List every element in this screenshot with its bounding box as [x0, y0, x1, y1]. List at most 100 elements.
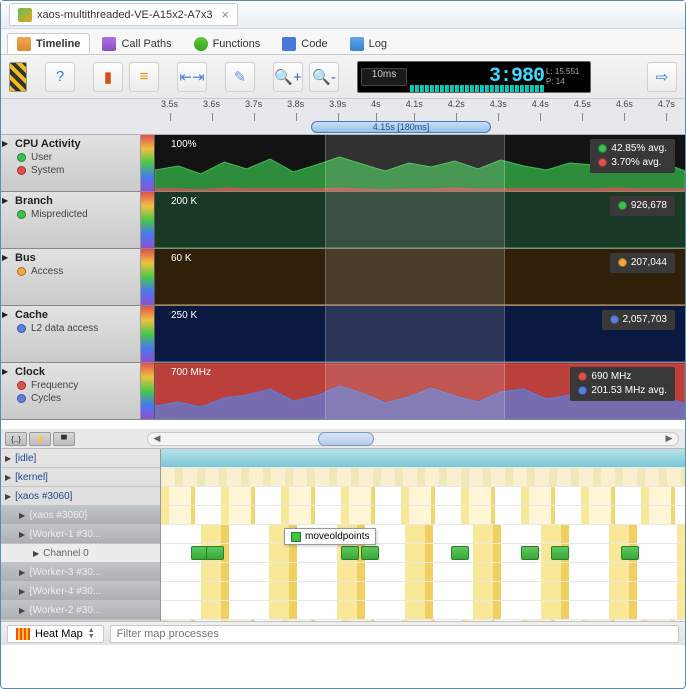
ruler-tick: 3.8s: [287, 99, 304, 121]
thread-row[interactable]: ▶{Worker-2 #30...: [1, 601, 160, 620]
interval-select[interactable]: 10ms: [361, 68, 407, 86]
selection-overlay: [325, 306, 505, 362]
sort-button[interactable]: ≡: [129, 62, 159, 92]
selection-overlay: [325, 192, 505, 248]
mini-btn-2[interactable]: ⚡: [29, 432, 51, 446]
view-tabs: Timeline Call Paths Functions Code Log: [1, 29, 685, 55]
legend-item: System: [17, 165, 134, 176]
close-tab-icon[interactable]: ×: [221, 7, 229, 22]
thread-row[interactable]: ▶[idle]: [1, 449, 160, 468]
threads-panel: ▶[idle]▶[kernel]▶[xaos #3060]▶{xaos #306…: [1, 449, 685, 621]
bookmark-button[interactable]: ▮: [93, 62, 123, 92]
activity-block[interactable]: [621, 546, 639, 560]
expand-button[interactable]: ⇤⇥: [177, 62, 207, 92]
thread-row[interactable]: ▶{Worker-3 #30...: [1, 563, 160, 582]
thread-row[interactable]: ▶[xaos #3060]: [1, 487, 160, 506]
thread-lane[interactable]: [161, 487, 685, 506]
collapse-icon[interactable]: ▶: [2, 253, 8, 262]
thread-row[interactable]: ▶[kernel]: [1, 468, 160, 487]
chart-scale: 60 K: [171, 253, 192, 264]
chart-body[interactable]: 100% 42.85% avg.3.70% avg.: [155, 135, 685, 191]
ruler-tick: 4.5s: [574, 99, 591, 121]
thread-row[interactable]: ▶{xaos #3060}: [1, 506, 160, 525]
brush-button[interactable]: ✎: [225, 62, 255, 92]
ruler-tick: 4.7s: [658, 99, 675, 121]
activity-block[interactable]: [341, 546, 359, 560]
time-side-info: L: 15.551 P: 14: [546, 67, 590, 86]
charts-area: ▶CPU ActivityUserSystem100%42.85% avg.3.…: [1, 135, 685, 429]
hover-tooltip: moveoldpoints: [284, 528, 376, 545]
color-scale-icon: [141, 135, 155, 191]
scroll-left-icon[interactable]: ◀: [150, 433, 164, 445]
chart-title: Branch: [15, 195, 134, 207]
export-button[interactable]: ⇨: [647, 62, 677, 92]
filter-input[interactable]: [110, 625, 679, 643]
thread-lane[interactable]: [161, 544, 685, 563]
chart-stats: 42.85% avg.3.70% avg.: [590, 139, 675, 173]
code-icon: [282, 37, 296, 51]
selection-marker[interactable]: 4.15s [180ms]: [311, 121, 491, 133]
selection-overlay: [325, 249, 505, 305]
app-icon: [18, 8, 32, 22]
thread-row[interactable]: ▶{Worker-4 #30...: [1, 582, 160, 601]
mini-btn-1[interactable]: {..}: [5, 432, 27, 446]
collapse-icon[interactable]: ▶: [2, 139, 8, 148]
thread-row[interactable]: ▶{Worker-1 #30...: [1, 525, 160, 544]
thread-lane[interactable]: [161, 601, 685, 620]
tab-callpaths[interactable]: Call Paths: [92, 33, 181, 54]
horizontal-scrollbar[interactable]: ◀ ▶: [147, 432, 679, 446]
tab-timeline[interactable]: Timeline: [7, 33, 90, 54]
ruler-tick: 4.6s: [616, 99, 633, 121]
timeline-icon: [17, 37, 31, 51]
scrollbar-thumb[interactable]: [318, 432, 374, 446]
thread-lane[interactable]: [161, 620, 685, 621]
zoom-out-button[interactable]: 🔍-: [309, 62, 339, 92]
functions-icon: [194, 37, 208, 51]
thread-lane[interactable]: [161, 582, 685, 601]
activity-block[interactable]: [206, 546, 224, 560]
thread-lanes: moveoldpoints: [161, 449, 685, 621]
time-ruler[interactable]: 3.5s3.6s3.7s3.8s3.9s4s4.1s4.2s4.3s4.4s4.…: [1, 99, 685, 135]
tab-code[interactable]: Code: [272, 33, 337, 54]
document-tab[interactable]: xaos-multithreaded-VE-A15x2-A7x3 ×: [9, 3, 238, 26]
thread-lane[interactable]: [161, 468, 685, 487]
thread-lane[interactable]: [161, 563, 685, 582]
thread-lane[interactable]: [161, 449, 685, 468]
thread-lane[interactable]: [161, 506, 685, 525]
log-icon: [350, 37, 364, 51]
tab-log[interactable]: Log: [340, 33, 397, 54]
color-scale-icon: [141, 306, 155, 362]
chart-body[interactable]: 200 K926,678: [155, 192, 685, 248]
chart-body[interactable]: 250 K2,057,703: [155, 306, 685, 362]
collapse-icon[interactable]: ▶: [2, 367, 8, 376]
chart-stats: 926,678: [610, 196, 675, 216]
heatmap-mode[interactable]: Heat Map ▲▼: [7, 625, 104, 643]
ruler-tick: 3.6s: [203, 99, 220, 121]
chart-title: CPU Activity: [15, 138, 134, 150]
activity-block[interactable]: [451, 546, 469, 560]
collapse-icon[interactable]: ▶: [2, 196, 8, 205]
collapse-icon[interactable]: ▶: [2, 310, 8, 319]
chart-stats: 2,057,703: [602, 310, 676, 330]
scroll-right-icon[interactable]: ▶: [662, 433, 676, 445]
mini-btn-3[interactable]: ▀: [53, 432, 75, 446]
tab-functions[interactable]: Functions: [184, 33, 271, 54]
chart-body[interactable]: 700 MHz690 MHz201.53 MHz avg.: [155, 363, 685, 419]
ruler-tick: 4.3s: [490, 99, 507, 121]
activity-block[interactable]: [361, 546, 379, 560]
tooltip-swatch-icon: [291, 532, 301, 542]
zoom-in-button[interactable]: 🔍+: [273, 62, 303, 92]
chart-scale: 100%: [171, 139, 197, 150]
time-display: 10ms 3:980 L: 15.551 P: 14: [357, 61, 591, 93]
toolbar: ? ▮ ≡ ⇤⇥ ✎ 🔍+ 🔍- 10ms 3:980 L: 15.551 P:…: [1, 55, 685, 99]
help-button[interactable]: ?: [45, 62, 75, 92]
thread-row[interactable]: ▶Channel 0: [1, 544, 160, 563]
thread-lane[interactable]: [161, 525, 685, 544]
chart-stats: 207,044: [610, 253, 675, 273]
thread-row[interactable]: ▶[gatord #3086]: [1, 620, 160, 621]
window-titlebar: xaos-multithreaded-VE-A15x2-A7x3 ×: [1, 1, 685, 29]
activity-block[interactable]: [521, 546, 539, 560]
activity-block[interactable]: [551, 546, 569, 560]
ruler-tick: 3.9s: [329, 99, 346, 121]
chart-body[interactable]: 60 K 207,044: [155, 249, 685, 305]
